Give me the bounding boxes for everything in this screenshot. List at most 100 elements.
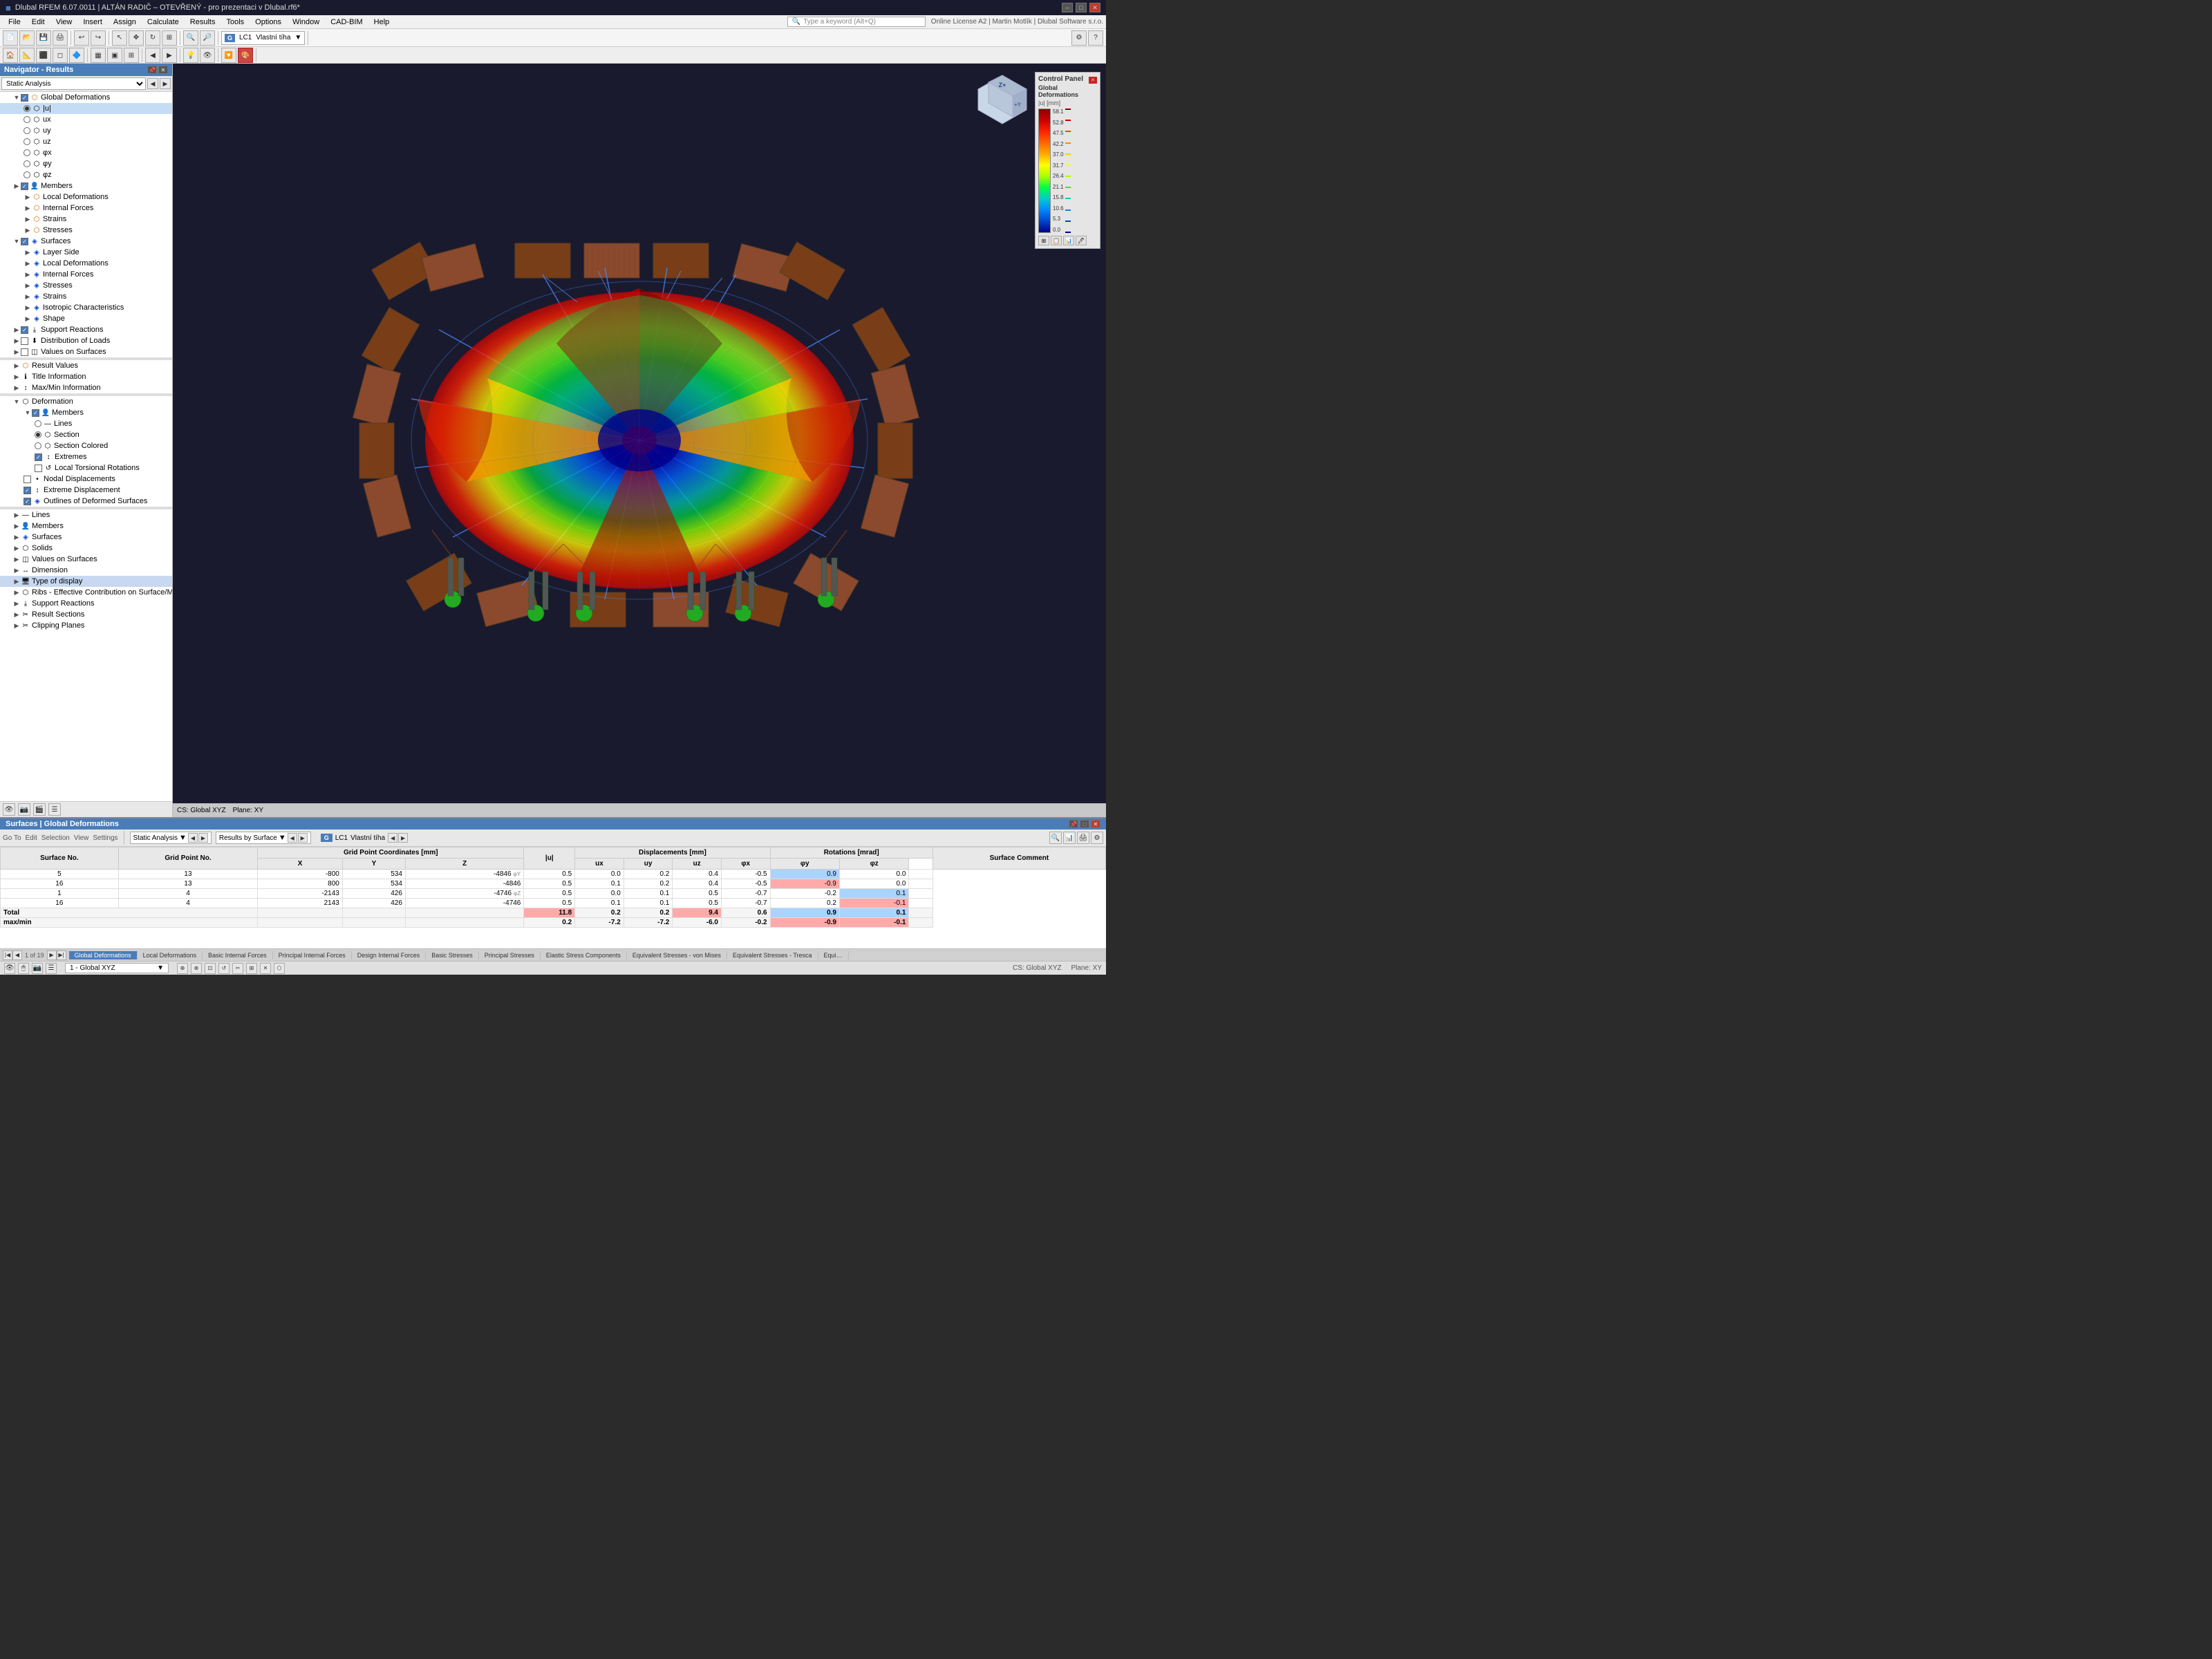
save-btn[interactable]: 💾	[36, 30, 51, 46]
legend-btn-4[interactable]: 🖊	[1076, 236, 1087, 245]
tb2-8[interactable]: ⊞	[124, 48, 139, 63]
tree-surf-internal-forces[interactable]: ▶ ◈ Internal Forces	[0, 269, 172, 280]
status-icon-2[interactable]: 🖱	[18, 963, 29, 974]
rotate-btn[interactable]: ↻	[145, 30, 160, 46]
menu-calculate[interactable]: Calculate	[142, 17, 185, 28]
close-button[interactable]: ✕	[1089, 3, 1100, 12]
menu-tools[interactable]: Tools	[221, 17, 250, 28]
values-surfaces-checkbox[interactable]	[21, 348, 28, 356]
tree-outlines-deformed[interactable]: ◈ Outlines of Deformed Surfaces	[0, 496, 172, 507]
tree-item-uy[interactable]: ⬡ uy	[0, 125, 172, 136]
tb2-3[interactable]: ⬛	[36, 48, 51, 63]
tab-elastic-stress-components[interactable]: Elastic Stress Components	[541, 951, 627, 959]
px-radio[interactable]	[24, 149, 30, 156]
outlines-deformed-checkbox[interactable]	[24, 498, 31, 505]
dist-loads-toggle[interactable]: ▶	[12, 337, 21, 345]
tb2-filter-btn[interactable]: 🔽	[221, 48, 236, 63]
table-settings-btn[interactable]: ⚙	[1091, 832, 1103, 844]
tree-type-of-display[interactable]: ▶ 🖥 Type of display	[0, 576, 172, 587]
open-btn[interactable]: 📂	[19, 30, 35, 46]
tb2-4[interactable]: ◻	[53, 48, 68, 63]
analysis-select[interactable]: Static Analysis	[1, 77, 146, 90]
menu-options[interactable]: Options	[250, 17, 287, 28]
tree-item-pz[interactable]: ⬡ φz	[0, 169, 172, 180]
tree-values-on-surfaces[interactable]: ▶ ◫ Values on Surfaces	[0, 554, 172, 565]
tab-principal-stresses[interactable]: Principal Stresses	[479, 951, 541, 959]
tree-max-min-info[interactable]: ▶ ↕ Max/Min Information	[0, 382, 172, 393]
select-btn[interactable]: ↖	[112, 30, 127, 46]
pager-prev[interactable]: ◀	[12, 950, 22, 960]
status-tb-2[interactable]: ⊗	[191, 963, 202, 974]
surf-strains-toggle[interactable]: ▶	[24, 292, 32, 301]
tree-support-reactions[interactable]: ▶ ⤓ Support Reactions	[0, 324, 172, 335]
tree-item-u[interactable]: ⬡ |u|	[0, 103, 172, 114]
support-reactions-toggle[interactable]: ▶	[12, 326, 21, 334]
surf-local-def-toggle[interactable]: ▶	[24, 259, 32, 268]
internal-forces-toggle[interactable]: ▶	[24, 204, 32, 212]
tree-item-px[interactable]: ⬡ φx	[0, 147, 172, 158]
menu-view[interactable]: View	[50, 17, 78, 28]
tree-members-local-def[interactable]: ▶ ⬡ Local Deformations	[0, 191, 172, 203]
def-members-toggle[interactable]: ▼	[24, 409, 32, 417]
tree-members-strains[interactable]: ▶ ⬡ Strains	[0, 214, 172, 225]
pager-first[interactable]: |◀	[3, 950, 12, 960]
scale-btn[interactable]: ⊞	[162, 30, 177, 46]
tree-members-bottom[interactable]: ▶ 👤 Members	[0, 521, 172, 532]
menu-cad-bim[interactable]: CAD-BIM	[325, 17, 368, 28]
def-local-torsional-checkbox[interactable]	[35, 465, 42, 472]
results-prev-btn[interactable]: ◀	[288, 833, 297, 843]
tree-surf-isotropic[interactable]: ▶ ◈ Isotropic Characteristics	[0, 302, 172, 313]
legend-btn-2[interactable]: 📋	[1051, 236, 1062, 245]
tab-local-deformations[interactable]: Local Deformations	[138, 951, 203, 959]
values-surfaces-toggle[interactable]: ▶	[12, 348, 21, 356]
dimension-toggle[interactable]: ▶	[12, 566, 21, 574]
global-deformations-checkbox[interactable]	[21, 94, 28, 102]
tb2-7[interactable]: ▣	[107, 48, 122, 63]
type-of-display-toggle[interactable]: ▶	[12, 577, 21, 585]
tab-design-internal-forces[interactable]: Design Internal Forces	[352, 951, 427, 959]
status-tb-8[interactable]: ⬡	[274, 963, 285, 974]
toggle-icon[interactable]: ▼	[12, 93, 21, 102]
status-tb-6[interactable]: ⊞	[246, 963, 257, 974]
tree-lines[interactable]: ▶ — Lines	[0, 509, 172, 521]
legend-btn-1[interactable]: ⊞	[1038, 236, 1049, 245]
nav-cube[interactable]: Z+ +Y	[975, 72, 1030, 127]
tree-item-py[interactable]: ⬡ φy	[0, 158, 172, 169]
tree-surfaces[interactable]: ▼ ◈ Surfaces	[0, 236, 172, 247]
legend-btn-3[interactable]: 📊	[1063, 236, 1074, 245]
members-checkbox[interactable]	[21, 182, 28, 190]
tree-nodal-displacements[interactable]: • Nodal Displacements	[0, 474, 172, 485]
tree-global-deformations[interactable]: ▼ ⬡ Global Deformations	[0, 92, 172, 103]
nav-prev-btn[interactable]: ◀	[147, 78, 158, 89]
surfaces-bottom-toggle[interactable]: ▶	[12, 533, 21, 541]
lines-toggle[interactable]: ▶	[12, 511, 21, 519]
tab-principal-internal-forces[interactable]: Principal Internal Forces	[273, 951, 352, 959]
bottom-close-btn[interactable]: ✕	[1091, 820, 1100, 828]
tb2-color-btn[interactable]: 🎨	[238, 48, 253, 63]
tree-def-extremes[interactable]: ↕ Extremes	[0, 451, 172, 462]
tree-members-internal-forces[interactable]: ▶ ⬡ Internal Forces	[0, 203, 172, 214]
tree-ribs[interactable]: ▶ ⬡ Ribs - Effective Contribution on Sur…	[0, 587, 172, 598]
tree-members[interactable]: ▶ 👤 Members	[0, 180, 172, 191]
analysis-prev-btn[interactable]: ◀	[188, 833, 198, 843]
max-min-toggle[interactable]: ▶	[12, 384, 21, 392]
def-members-checkbox[interactable]	[32, 409, 39, 417]
table-row[interactable]: 1 4 -2143 426 -4746 φZ 0.5 0.0 0.1 0.5 -…	[1, 889, 1106, 899]
tree-distribution-loads[interactable]: ▶ ⬇ Distribution of Loads	[0, 335, 172, 346]
tab-basic-stresses[interactable]: Basic Stresses	[426, 951, 479, 959]
status-icon-1[interactable]: 👁	[4, 963, 15, 974]
status-icon-3[interactable]: 📷	[32, 963, 43, 974]
legend-close-btn[interactable]: ✕	[1089, 77, 1097, 84]
results-next-btn[interactable]: ▶	[298, 833, 308, 843]
analysis-next-btn[interactable]: ▶	[198, 833, 208, 843]
tree-support-reactions-bottom[interactable]: ▶ ⤓ Support Reactions	[0, 598, 172, 609]
viewport[interactable]: Z+ +Y Control Panel ✕ Global Deformation…	[173, 64, 1106, 817]
pager-last[interactable]: ▶|	[57, 950, 66, 960]
def-lines-radio[interactable]	[35, 420, 41, 427]
lc-next-btn[interactable]: ▶	[398, 833, 408, 843]
status-tb-4[interactable]: ↺	[218, 963, 229, 974]
results-dropdown[interactable]: Results by Surface ▼ ◀ ▶	[216, 832, 311, 844]
surf-int-forces-toggle[interactable]: ▶	[24, 270, 32, 279]
py-radio[interactable]	[24, 160, 30, 167]
tb2-2[interactable]: 📐	[19, 48, 35, 63]
